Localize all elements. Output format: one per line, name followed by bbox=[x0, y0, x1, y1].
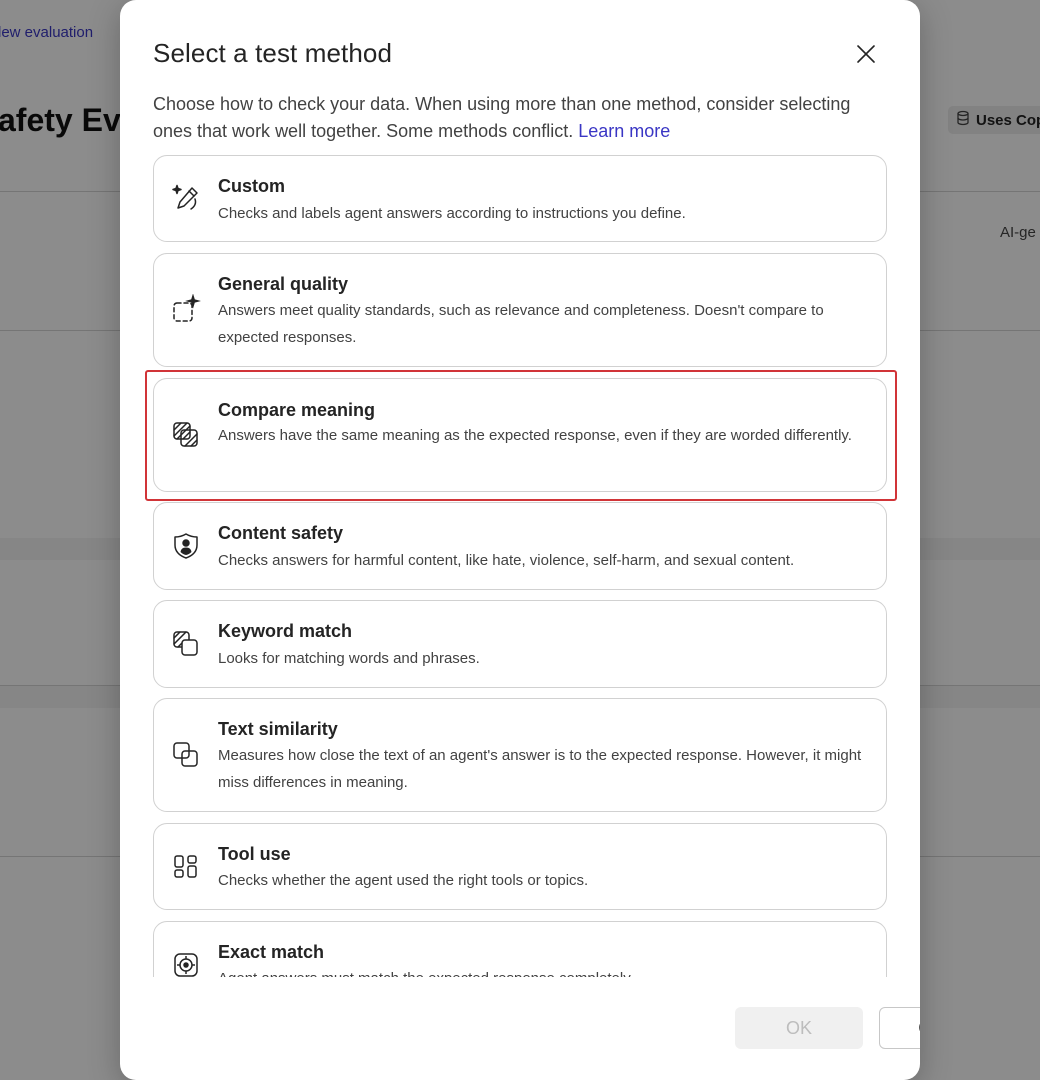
ok-button[interactable]: OK bbox=[735, 1007, 863, 1049]
close-icon[interactable] bbox=[848, 36, 884, 72]
pen-sparkle-icon bbox=[171, 183, 201, 213]
hatched-squares-icon bbox=[171, 420, 201, 450]
dialog-title: Select a test method bbox=[153, 38, 393, 68]
option-tool-use[interactable]: Tool use Checks whether the agent used t… bbox=[153, 823, 887, 910]
option-text-similarity[interactable]: Text similarity Measures how close the t… bbox=[153, 698, 887, 812]
description-text: Choose how to check your data. When usin… bbox=[153, 94, 851, 141]
uses-copilot-badge: Uses Cop bbox=[948, 106, 1040, 134]
overlap-squares-icon bbox=[171, 629, 201, 659]
option-description: Looks for matching words and phrases. bbox=[218, 650, 480, 667]
ai-generated-label: AI-ge bbox=[1000, 224, 1036, 241]
option-exact-match[interactable]: Exact match Agent answers must match the… bbox=[153, 921, 887, 977]
test-method-list: Custom Checks and labels agent answers a… bbox=[153, 155, 887, 977]
option-keyword-match[interactable]: Keyword match Looks for matching words a… bbox=[153, 600, 887, 688]
select-test-method-dialog: Select a test method Choose how to check… bbox=[120, 0, 920, 1080]
option-description: Answers meet quality standards, such as … bbox=[218, 302, 824, 346]
option-title: Tool use bbox=[218, 844, 291, 864]
learn-more-link[interactable]: Learn more bbox=[578, 121, 670, 141]
option-title: Compare meaning bbox=[218, 400, 376, 420]
option-title: Keyword match bbox=[218, 621, 353, 641]
database-icon bbox=[956, 110, 970, 130]
option-description: Answers have the same meaning as the exp… bbox=[218, 427, 852, 444]
option-title: Content safety bbox=[218, 523, 344, 543]
close-button[interactable]: Close bbox=[879, 1007, 920, 1049]
overlap-rounded-squares-icon bbox=[171, 740, 201, 770]
option-custom[interactable]: Custom Checks and labels agent answers a… bbox=[153, 155, 887, 242]
apps-grid-icon bbox=[171, 852, 201, 882]
back-link[interactable]: lew evaluation bbox=[0, 24, 93, 41]
option-title: Exact match bbox=[218, 942, 325, 962]
option-description: Checks and labels agent answers accordin… bbox=[218, 205, 686, 222]
option-compare-meaning[interactable]: Compare meaning Answers have the same me… bbox=[153, 378, 887, 492]
option-title: Custom bbox=[218, 176, 285, 196]
option-content-safety[interactable]: Content safety Checks answers for harmfu… bbox=[153, 502, 887, 590]
dashed-sparkle-icon bbox=[171, 294, 201, 324]
option-title: Text similarity bbox=[218, 719, 338, 739]
shield-person-icon bbox=[171, 531, 201, 561]
badge-label: Uses Cop bbox=[976, 111, 1040, 129]
option-description: Checks whether the agent used the right … bbox=[218, 872, 589, 889]
target-icon bbox=[171, 950, 201, 977]
option-description: Agent answers must match the expected re… bbox=[218, 966, 868, 977]
option-general-quality[interactable]: General quality Answers meet quality sta… bbox=[153, 253, 887, 367]
option-title: General quality bbox=[218, 274, 349, 294]
dialog-description: Choose how to check your data. When usin… bbox=[153, 91, 893, 145]
option-description: Measures how close the text of an agent'… bbox=[218, 747, 862, 791]
option-description: Checks answers for harmful content, like… bbox=[218, 552, 795, 569]
